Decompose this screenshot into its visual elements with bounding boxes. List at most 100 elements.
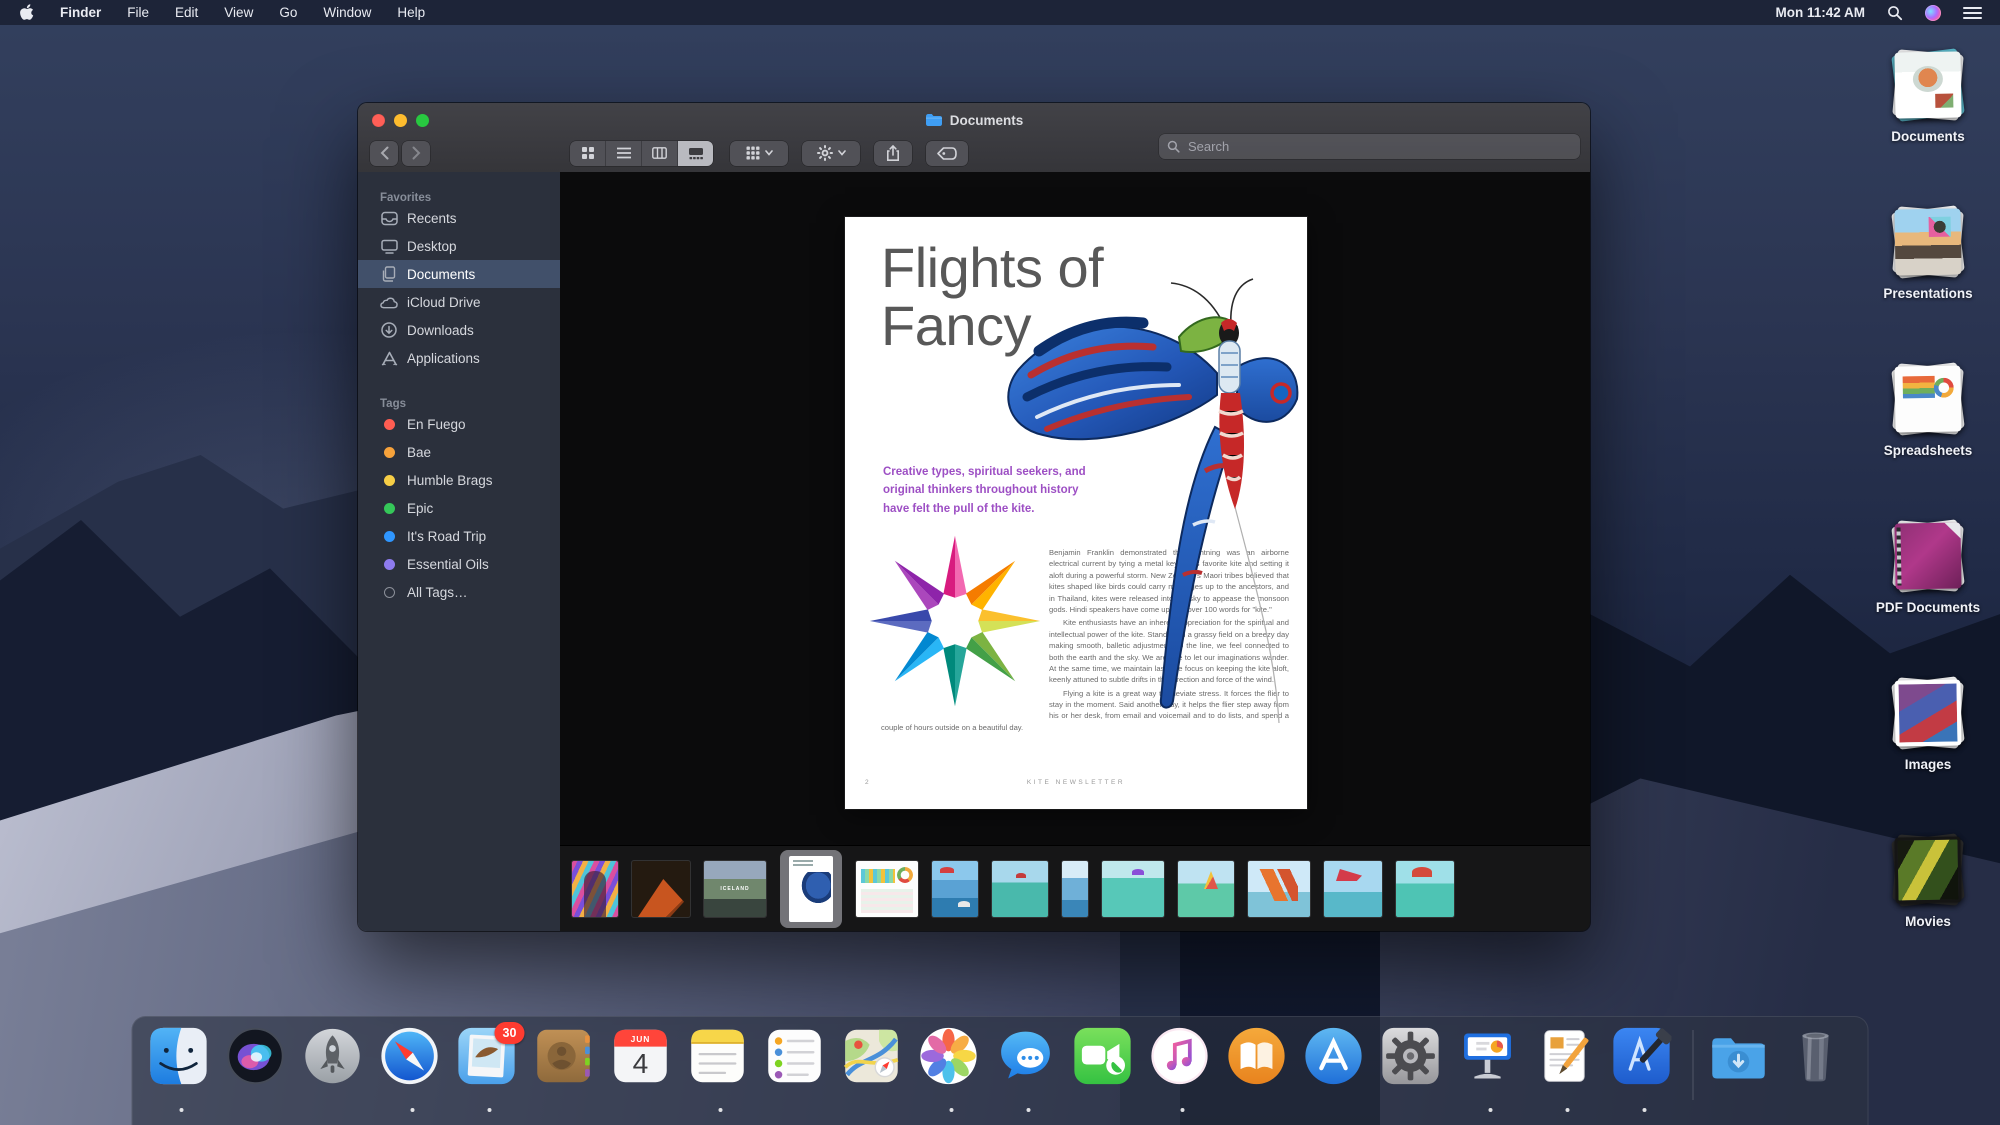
movies-stack-icon	[1891, 833, 1965, 907]
tag-color-icon	[380, 559, 398, 570]
menu-item-window[interactable]: Window	[323, 5, 371, 20]
dock-item-calendar[interactable]: JUN4	[611, 1026, 677, 1114]
sidebar-tag-all-tags-[interactable]: All Tags…	[358, 578, 560, 606]
desktop-stack-movies[interactable]: Movies	[1868, 833, 1988, 929]
sidebar-item-icloud-drive[interactable]: iCloud Drive	[358, 288, 560, 316]
menu-item-finder[interactable]: Finder	[60, 5, 101, 20]
running-indicator	[1181, 1108, 1185, 1112]
thumbnail-windgreen[interactable]	[1178, 861, 1234, 917]
search-input[interactable]	[1186, 138, 1572, 155]
tag-button[interactable]	[926, 141, 968, 166]
dock-item-launchpad[interactable]	[303, 1026, 369, 1114]
view-icons-button[interactable]	[570, 141, 606, 166]
tags-header: Tags	[358, 398, 560, 410]
notification-center-icon[interactable]	[1963, 6, 1982, 20]
dock-item-reminders[interactable]	[765, 1026, 831, 1114]
sidebar-tag-label: Epic	[407, 501, 433, 516]
running-indicator	[488, 1108, 492, 1112]
sidebar-item-downloads[interactable]: Downloads	[358, 316, 560, 344]
thumbnail-selected[interactable]	[780, 850, 842, 928]
dock-item-safari[interactable]	[380, 1026, 446, 1114]
menu-item-edit[interactable]: Edit	[175, 5, 198, 20]
svg-text:JUN: JUN	[631, 1034, 651, 1044]
forward-button[interactable]	[402, 141, 430, 166]
stack-label: Movies	[1868, 914, 1988, 929]
dock-item-pages[interactable]	[1535, 1026, 1601, 1114]
share-button[interactable]	[874, 141, 912, 166]
sidebar-tag-humble-brags[interactable]: Humble Brags	[358, 466, 560, 494]
sidebar-item-applications[interactable]: Applications	[358, 344, 560, 372]
thumbnail-woman[interactable]	[572, 861, 618, 917]
thumbnail-darkkite[interactable]	[632, 861, 690, 917]
sidebar-item-recents[interactable]: Recents	[358, 204, 560, 232]
view-columns-button[interactable]	[642, 141, 678, 166]
thumbnail-iceland[interactable]: ICELAND	[704, 861, 766, 917]
desktop-stack-presentations[interactable]: Presentations	[1868, 205, 1988, 301]
sidebar-item-desktop[interactable]: Desktop	[358, 232, 560, 260]
stack-label: PDF Documents	[1868, 600, 1988, 615]
desktop-stack-spreadsheets[interactable]: Spreadsheets	[1868, 362, 1988, 458]
dock-item-messages[interactable]	[996, 1026, 1062, 1114]
spotlight-icon[interactable]	[1887, 5, 1903, 21]
dock-item-siri[interactable]	[226, 1026, 292, 1114]
menu-item-file[interactable]: File	[127, 5, 149, 20]
apple-menu-icon[interactable]	[20, 4, 34, 21]
thumbnail-kiteteal[interactable]	[1396, 861, 1454, 917]
view-gallery-button[interactable]	[678, 141, 713, 166]
document-preview[interactable]: Flights of Fancy Creative types, spiritu…	[845, 217, 1307, 809]
sidebar-tag-en-fuego[interactable]: En Fuego	[358, 410, 560, 438]
dock-item-appstore[interactable]	[1304, 1026, 1370, 1114]
dock-item-settings[interactable]	[1381, 1026, 1447, 1114]
thumbnail-tealkite[interactable]	[1102, 861, 1164, 917]
group-button[interactable]	[730, 141, 788, 166]
dock-item-downloads[interactable]	[1709, 1026, 1775, 1114]
window-title-text: Documents	[950, 113, 1024, 128]
thumbnail-windorange[interactable]	[1248, 861, 1310, 917]
dock-item-finder[interactable]	[149, 1026, 215, 1114]
desktop-stack-images[interactable]: Images	[1868, 676, 1988, 772]
dock: 30 JUN4	[132, 1016, 1869, 1125]
sidebar-tag-epic[interactable]: Epic	[358, 494, 560, 522]
action-button[interactable]	[802, 141, 860, 166]
menu-item-go[interactable]: Go	[279, 5, 297, 20]
thumbnail-kitesport[interactable]	[932, 861, 978, 917]
dock-item-mail[interactable]: 30	[457, 1026, 523, 1114]
running-indicator	[180, 1108, 184, 1112]
view-list-button[interactable]	[606, 141, 642, 166]
dock-item-books[interactable]	[1227, 1026, 1293, 1114]
thumbnail-label: ICELAND	[704, 886, 766, 892]
siri-menu-icon[interactable]	[1925, 5, 1941, 21]
dock-item-trash[interactable]	[1786, 1026, 1852, 1114]
mail-badge: 30	[495, 1022, 525, 1044]
menu-item-help[interactable]: Help	[397, 5, 425, 20]
thumbnail-strip: ICELAND	[560, 845, 1590, 931]
dock-item-itunes[interactable]	[1150, 1026, 1216, 1114]
dock-item-photos[interactable]	[919, 1026, 985, 1114]
favorites-list: RecentsDesktopDocumentsiCloud DriveDownl…	[358, 204, 560, 372]
thumbnail-kitered[interactable]	[1324, 861, 1382, 917]
chevron-down-icon	[765, 150, 773, 156]
dock-item-keynote[interactable]	[1458, 1026, 1524, 1114]
sidebar-tag-essential-oils[interactable]: Essential Oils	[358, 550, 560, 578]
back-button[interactable]	[370, 141, 398, 166]
thumbnail-tall[interactable]	[1062, 861, 1088, 917]
search-icon	[1167, 140, 1180, 153]
sidebar-tag-it-s-road-trip[interactable]: It's Road Trip	[358, 522, 560, 550]
dock-item-maps[interactable]	[842, 1026, 908, 1114]
sidebar-tag-bae[interactable]: Bae	[358, 438, 560, 466]
sidebar-item-documents[interactable]: Documents	[358, 260, 560, 288]
menu-clock[interactable]: Mon 11:42 AM	[1775, 5, 1865, 20]
thumbnail-sea1[interactable]	[992, 861, 1048, 917]
desktop-stack-documents[interactable]: Documents	[1868, 48, 1988, 144]
dock-item-contacts[interactable]	[534, 1026, 600, 1114]
dock-item-facetime[interactable]	[1073, 1026, 1139, 1114]
thumbnail-chart[interactable]	[856, 861, 918, 917]
menu-item-view[interactable]: View	[224, 5, 253, 20]
thumbnail-fof[interactable]	[789, 856, 833, 922]
finder-window: Documents	[358, 103, 1590, 931]
tag-color-icon	[380, 531, 398, 542]
desktop-stack-pdf[interactable]: PDF Documents	[1868, 519, 1988, 615]
dock-item-xcode[interactable]	[1612, 1026, 1678, 1114]
search-field[interactable]	[1159, 134, 1580, 159]
dock-item-notes[interactable]	[688, 1026, 754, 1114]
